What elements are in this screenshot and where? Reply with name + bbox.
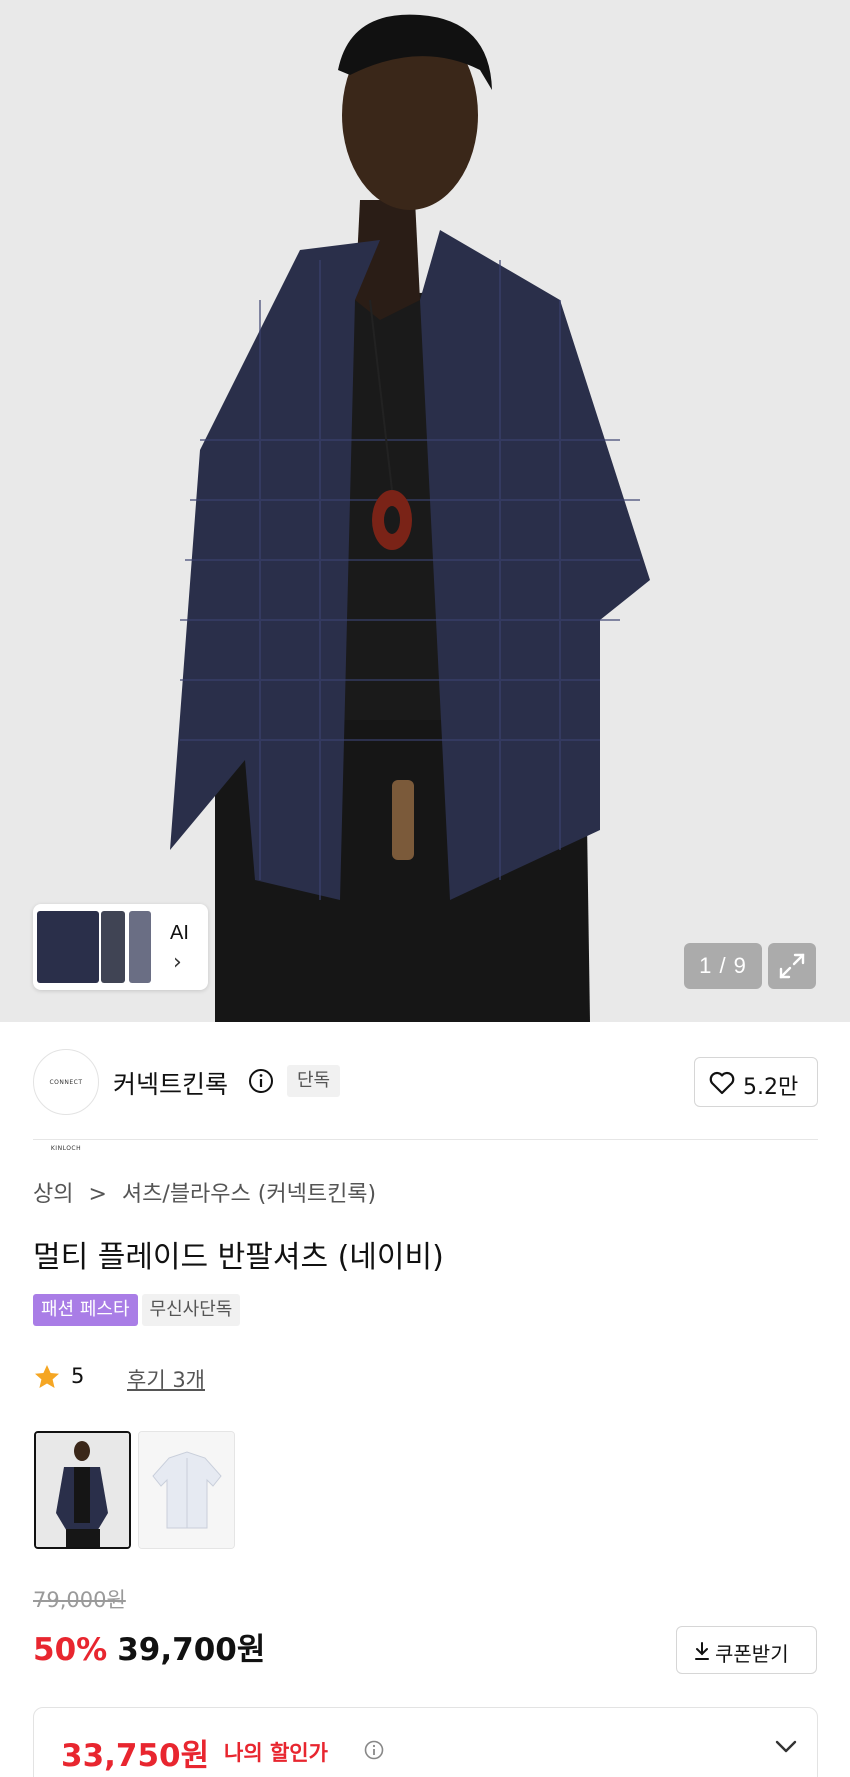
- model-photo: [0, 0, 850, 1022]
- rating-score: 5: [71, 1364, 85, 1388]
- sale-price-row: 50% 39,700원: [33, 1624, 265, 1669]
- exclusive-badge: 단독: [287, 1065, 341, 1097]
- mini-thumb: [129, 911, 151, 983]
- brand-row: CONNECT KINLOCH 커넥트킨록 단독 5.2만: [0, 1022, 850, 1152]
- expand-icon: [779, 953, 805, 979]
- coupon-label: 쿠폰받기: [715, 1642, 789, 1666]
- sale-price: 39,700원: [117, 1632, 266, 1668]
- festa-badge: 패션 페스타: [33, 1294, 138, 1326]
- product-hero-image[interactable]: AI › 1 / 9: [0, 0, 850, 1022]
- coupon-button[interactable]: 쿠폰받기: [676, 1626, 817, 1674]
- product-title: 멀티 플레이드 반팔셔츠 (네이비): [33, 1240, 444, 1275]
- my-price-value: 33,750원: [61, 1738, 210, 1774]
- chevron-right-icon: ›: [173, 950, 182, 975]
- download-icon: [695, 1642, 709, 1660]
- heart-icon: [709, 1071, 735, 1095]
- original-price: 79,000원: [33, 1588, 126, 1612]
- breadcrumb: 상의 > 셔츠/블라우스 (커넥트킨록): [33, 1176, 376, 1208]
- ai-similar-thumbnails[interactable]: AI ›: [33, 904, 208, 990]
- swatch-image: [36, 1433, 129, 1547]
- mini-thumb: [37, 911, 99, 983]
- swatch-image: [139, 1432, 234, 1548]
- ai-label: AI: [170, 922, 189, 944]
- product-tags: 패션 페스타 무신사단독: [33, 1294, 241, 1326]
- info-icon[interactable]: [248, 1068, 274, 1094]
- like-count: 5.2만: [743, 1075, 799, 1100]
- color-option-navy[interactable]: [34, 1431, 131, 1549]
- my-price-label: 나의 할인가: [224, 1741, 328, 1765]
- color-option-white[interactable]: [138, 1431, 235, 1549]
- chevron-down-icon[interactable]: [774, 1738, 798, 1754]
- brand-name[interactable]: 커넥트킨록: [113, 1065, 228, 1101]
- breadcrumb-item-subcategory[interactable]: 셔츠/블라우스 (커넥트킨록): [122, 1182, 376, 1207]
- expand-button[interactable]: [768, 943, 816, 989]
- image-counter: 1 / 9: [684, 943, 762, 989]
- musinsa-exclusive-badge: 무신사단독: [141, 1294, 241, 1326]
- info-icon[interactable]: [364, 1740, 384, 1760]
- my-discount-price-box[interactable]: 33,750원 나의 할인가: [33, 1707, 818, 1777]
- like-button[interactable]: 5.2만: [694, 1057, 818, 1107]
- discount-rate: 50%: [33, 1632, 108, 1668]
- reviews-link[interactable]: 후기 3개: [95, 1364, 205, 1394]
- brand-logo[interactable]: CONNECT KINLOCH: [33, 1049, 99, 1152]
- breadcrumb-separator: >: [88, 1182, 107, 1207]
- mini-thumb: [101, 911, 125, 983]
- star-icon: [35, 1365, 59, 1388]
- breadcrumb-item-category[interactable]: 상의: [33, 1182, 73, 1207]
- divider: [33, 1139, 818, 1140]
